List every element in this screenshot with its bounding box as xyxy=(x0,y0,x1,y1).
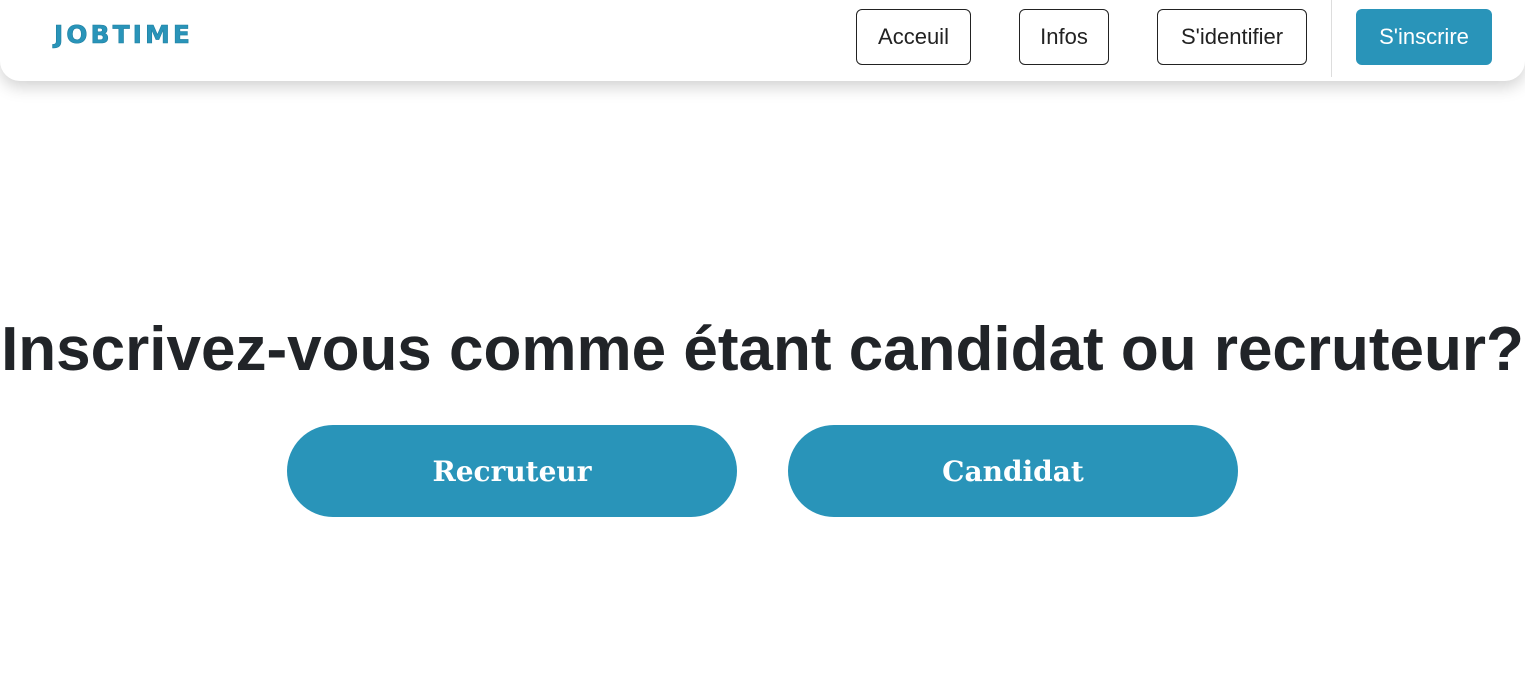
jobtime-logo[interactable]: JOBTIME xyxy=(52,19,278,49)
nav-acceuil-button[interactable]: Acceuil xyxy=(856,9,971,65)
nav-divider xyxy=(1331,0,1332,77)
page-title: Inscrivez-vous comme étant candidat ou r… xyxy=(1,315,1524,384)
svg-text:JOBTIME: JOBTIME xyxy=(52,20,193,49)
nav-signup-button[interactable]: S'inscrire xyxy=(1356,9,1492,65)
candidate-signup-button[interactable]: Candidat xyxy=(788,425,1238,517)
recruiter-signup-button[interactable]: Recruteur xyxy=(287,425,737,517)
nav-infos-button[interactable]: Infos xyxy=(1019,9,1109,65)
nav-login-button[interactable]: S'identifier xyxy=(1157,9,1307,65)
top-navbar: JOBTIME Acceuil Infos S'identifier S'ins… xyxy=(0,0,1525,81)
jobtime-logo-mark: JOBTIME xyxy=(52,20,193,49)
